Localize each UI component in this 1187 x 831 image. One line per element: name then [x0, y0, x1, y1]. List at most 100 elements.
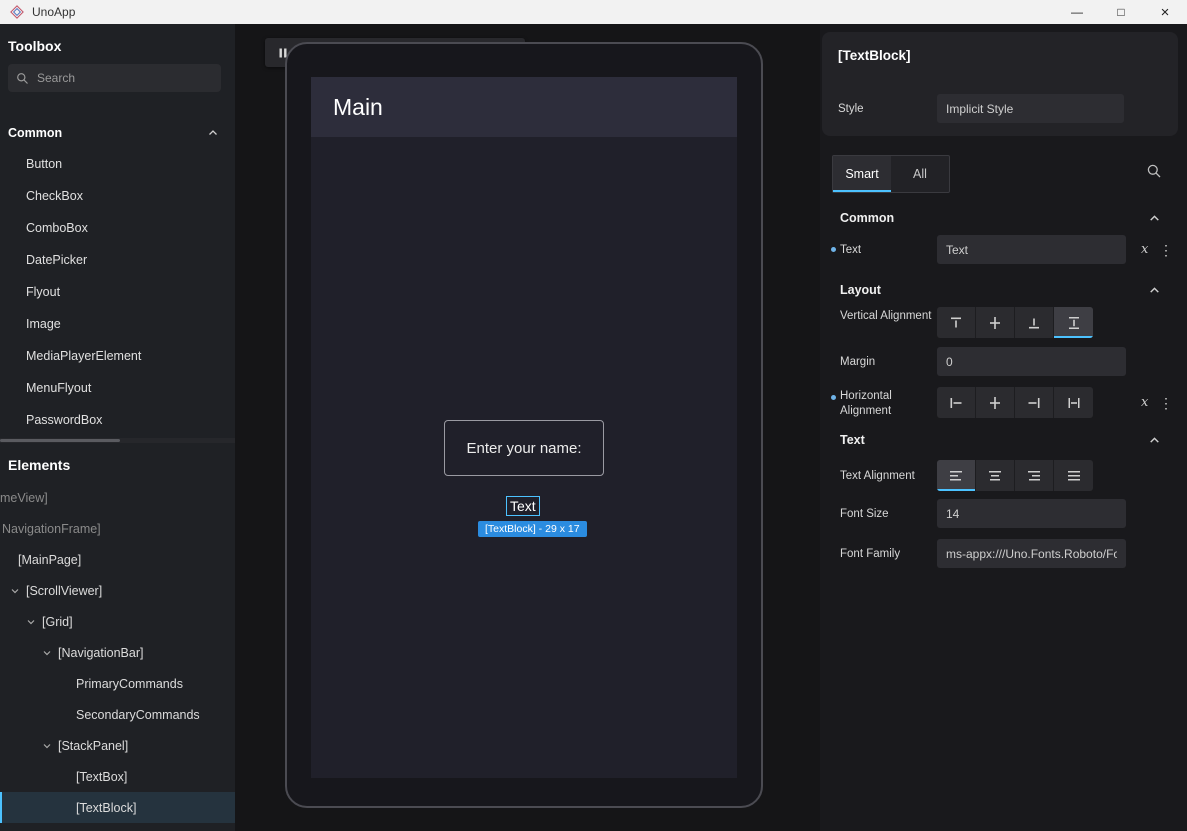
text-property-input[interactable]	[937, 235, 1126, 264]
valign-stretch-button[interactable]	[1054, 307, 1093, 338]
tree-item-textbox[interactable]: [TextBox]	[0, 761, 235, 792]
properties-panel: [TextBlock] Style Smart All Common Text …	[820, 24, 1187, 831]
preview-textbox[interactable]: Enter your name:	[444, 420, 604, 476]
property-menu-icon[interactable]: ⋮	[1159, 242, 1173, 259]
tab-smart[interactable]: Smart	[833, 156, 891, 192]
markup-extension-icon[interactable]: x	[1141, 242, 1148, 257]
selection-size-badge: [TextBlock] - 29 x 17	[478, 521, 587, 537]
text-alignment-label: Text Alignment	[840, 469, 932, 484]
selected-element-card: [TextBlock] Style	[822, 32, 1178, 136]
close-button[interactable]: ×	[1143, 0, 1187, 24]
section-layout-title: Layout	[840, 283, 881, 297]
font-size-label: Font Size	[840, 507, 932, 522]
textalign-center-button[interactable]	[976, 460, 1015, 491]
chevron-down-icon[interactable]	[42, 741, 52, 751]
phone-frame: Main Enter your name: Text [TextBlock] -…	[285, 42, 763, 808]
valign-bottom-button[interactable]	[1015, 307, 1054, 338]
horizontal-alignment-label: Horizontal Alignment	[840, 389, 932, 419]
tree-item-navigationframe[interactable]: NavigationFrame]	[0, 513, 235, 544]
tree-item-textblock[interactable]: [TextBlock]	[0, 792, 235, 823]
halign-stretch-button[interactable]	[1054, 387, 1093, 418]
margin-row: Margin	[820, 347, 1187, 376]
toolbox-item-datepicker[interactable]: DatePicker	[0, 244, 235, 276]
textalign-justify-button[interactable]	[1054, 460, 1093, 491]
preview-textblock-selected[interactable]: Text	[506, 496, 540, 516]
tree-item-mainpage[interactable]: [MainPage]	[0, 544, 235, 575]
section-text-title: Text	[840, 433, 865, 447]
tab-all[interactable]: All	[891, 156, 949, 192]
uno-logo-icon	[10, 5, 24, 19]
halign-left-button[interactable]	[937, 387, 976, 418]
toolbox-item-mediaplayerelement[interactable]: MediaPlayerElement	[0, 340, 235, 372]
toolbox-item-flyout[interactable]: Flyout	[0, 276, 235, 308]
toolbox-item-checkbox[interactable]: CheckBox	[0, 180, 235, 212]
selected-element-name: [TextBlock]	[838, 48, 911, 63]
preview-body: Enter your name: Text [TextBlock] - 29 x…	[311, 137, 737, 778]
font-size-row: Font Size	[820, 499, 1187, 528]
textalign-right-button[interactable]	[1015, 460, 1054, 491]
chevron-down-icon[interactable]	[10, 586, 20, 596]
toolbox-item-menuflyout[interactable]: MenuFlyout	[0, 372, 235, 404]
tab-group: Smart All	[832, 155, 950, 193]
toolbox-section-label: Common	[8, 126, 62, 140]
toolbox-scrollbar[interactable]	[0, 438, 235, 443]
chevron-down-icon[interactable]	[26, 617, 36, 627]
tree-item-shellview[interactable]: meView]	[0, 482, 235, 513]
titlebar: UnoApp — □ ×	[0, 0, 1187, 24]
text-property-label: Text	[840, 243, 932, 258]
scrollbar-thumb[interactable]	[0, 439, 120, 442]
text-property-row: Text x ⋮	[820, 235, 1187, 264]
vertical-alignment-label: Vertical Alignment	[840, 309, 932, 324]
valign-top-button[interactable]	[937, 307, 976, 338]
vertical-alignment-group	[937, 307, 1093, 338]
valign-center-button[interactable]	[976, 307, 1015, 338]
chevron-up-icon[interactable]	[1148, 212, 1161, 225]
toolbox-item-passwordbox[interactable]: PasswordBox	[0, 404, 235, 436]
tree-item-stackpanel[interactable]: [StackPanel]	[0, 730, 235, 761]
halign-center-button[interactable]	[976, 387, 1015, 418]
font-size-input[interactable]	[937, 499, 1126, 528]
toolbox-search-input[interactable]	[37, 71, 197, 85]
property-menu-icon[interactable]: ⋮	[1159, 395, 1173, 412]
value-set-indicator	[831, 247, 836, 252]
maximize-button[interactable]: □	[1099, 0, 1143, 24]
toolbox-search[interactable]	[8, 64, 221, 92]
section-common-header[interactable]: Common	[820, 204, 1187, 232]
tree-item-scrollviewer[interactable]: [ScrollViewer]	[0, 575, 235, 606]
toolbox-section-common[interactable]: Common	[0, 118, 235, 148]
search-icon	[16, 72, 29, 85]
app-title: UnoApp	[32, 5, 75, 19]
chevron-down-icon[interactable]	[42, 648, 52, 658]
section-common-title: Common	[840, 211, 894, 225]
chevron-up-icon	[207, 127, 219, 139]
horizontal-alignment-row: Horizontal Alignment x ⋮	[820, 387, 1187, 418]
elements-tree: meView] NavigationFrame] [MainPage] [Scr…	[0, 482, 235, 823]
app-preview[interactable]: Main Enter your name: Text [TextBlock] -…	[311, 77, 737, 778]
text-alignment-group	[937, 460, 1093, 491]
design-canvas[interactable]: ↺ ↻ ⋮ Main Enter your name:	[235, 24, 820, 831]
tree-item-navigationbar[interactable]: [NavigationBar]	[0, 637, 235, 668]
toolbox-item-button[interactable]: Button	[0, 148, 235, 180]
section-text-header[interactable]: Text	[820, 426, 1187, 454]
tree-item-grid[interactable]: [Grid]	[0, 606, 235, 637]
toolbox-item-combobox[interactable]: ComboBox	[0, 212, 235, 244]
tree-item-primarycommands[interactable]: PrimaryCommands	[0, 668, 235, 699]
style-label: Style	[838, 103, 864, 115]
margin-input[interactable]	[937, 347, 1126, 376]
minimize-button[interactable]: —	[1055, 0, 1099, 24]
inspector-tabs: Smart All	[820, 155, 1187, 191]
textalign-left-button[interactable]	[937, 460, 976, 491]
preview-navigation-bar: Main	[311, 77, 737, 137]
style-input[interactable]	[937, 94, 1124, 123]
property-search-icon[interactable]	[1146, 163, 1162, 179]
toolbox-item-image[interactable]: Image	[0, 308, 235, 340]
markup-extension-icon[interactable]: x	[1141, 395, 1148, 410]
tree-item-secondarycommands[interactable]: SecondaryCommands	[0, 699, 235, 730]
preview-textbox-text: Enter your name:	[466, 440, 581, 457]
halign-right-button[interactable]	[1015, 387, 1054, 418]
value-set-indicator	[831, 395, 836, 400]
chevron-up-icon[interactable]	[1148, 434, 1161, 447]
chevron-up-icon[interactable]	[1148, 284, 1161, 297]
section-layout-header[interactable]: Layout	[820, 276, 1187, 304]
font-family-input[interactable]	[937, 539, 1126, 568]
